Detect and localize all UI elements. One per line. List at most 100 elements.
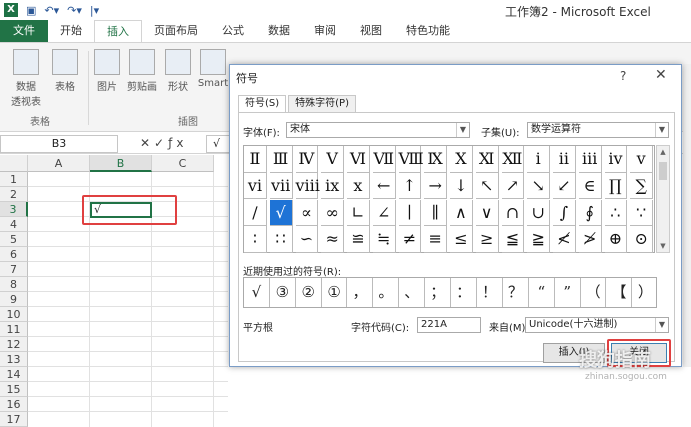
symbol-cell[interactable]: Ⅵ xyxy=(347,146,370,173)
symbol-cell[interactable]: ∞ xyxy=(321,199,345,226)
tab-symbols[interactable]: 符号(S) xyxy=(238,95,287,113)
symbol-cell[interactable]: Ⅸ xyxy=(424,146,448,173)
symbol-cell[interactable]: ∧ xyxy=(450,199,473,226)
symbol-cell[interactable]: Ⅴ xyxy=(321,146,345,173)
tab-view[interactable]: 视图 xyxy=(348,20,394,42)
symbol-cell[interactable]: ∩ xyxy=(501,199,525,226)
row-header-10[interactable]: 10 xyxy=(0,307,28,322)
tab-file[interactable]: 文件 xyxy=(0,20,48,42)
symbol-cell[interactable]: ⅵ xyxy=(244,172,267,200)
symbol-cell[interactable]: Ⅶ xyxy=(372,146,396,173)
tab-insert[interactable]: 插入 xyxy=(94,20,142,42)
symbol-cell[interactable]: ↖ xyxy=(475,172,499,200)
symbol-cell[interactable]: ≥ xyxy=(475,226,499,253)
symbol-cell[interactable]: ∝ xyxy=(295,199,319,226)
recent-symbol[interactable]: ： xyxy=(451,278,477,307)
symbol-cell[interactable]: ⅲ xyxy=(578,146,602,173)
select-all-corner[interactable] xyxy=(0,155,28,172)
symbol-cell[interactable]: Ⅹ xyxy=(450,146,473,173)
column-header-a[interactable]: A xyxy=(28,155,90,172)
symbol-cell[interactable]: ⅹ xyxy=(347,172,370,200)
shapes-button[interactable]: 形状 xyxy=(162,49,194,93)
symbol-cell[interactable]: ∽ xyxy=(295,226,319,253)
symbol-cell[interactable]: ∴ xyxy=(604,199,628,226)
recent-symbol[interactable]: 【 xyxy=(607,278,633,307)
undo-icon[interactable]: ↶▾ xyxy=(44,4,59,17)
recent-symbol[interactable]: ① xyxy=(322,278,348,307)
symbol-cell[interactable]: ∈ xyxy=(578,172,602,200)
symbol-cell-selected[interactable]: √ xyxy=(269,199,293,226)
recent-symbol[interactable]: 。 xyxy=(374,278,400,307)
symbol-cell[interactable]: ↘ xyxy=(527,172,551,200)
symbol-cell[interactable]: ∑ xyxy=(630,172,654,200)
recent-symbol[interactable]: 、 xyxy=(399,278,426,307)
scroll-thumb[interactable] xyxy=(659,162,667,180)
character-code-input[interactable]: 221A xyxy=(417,317,481,333)
symbol-cell[interactable]: ⊕ xyxy=(604,226,628,253)
symbol-scrollbar[interactable]: ▲ ▼ xyxy=(656,145,670,253)
symbol-cell[interactable]: ≈ xyxy=(321,226,345,253)
help-icon[interactable]: ? xyxy=(620,69,626,83)
recent-symbol[interactable]: ② xyxy=(296,278,322,307)
symbol-cell[interactable]: ∠ xyxy=(372,199,396,226)
row-header-12[interactable]: 12 xyxy=(0,337,28,352)
scroll-down-icon[interactable]: ▼ xyxy=(657,240,669,252)
symbol-cell[interactable]: ∥ xyxy=(424,199,448,226)
formula-bar-icons[interactable]: ✕✓ƒx xyxy=(140,136,187,150)
tab-review[interactable]: 审阅 xyxy=(302,20,348,42)
save-icon[interactable]: ▣ xyxy=(26,4,36,17)
column-header-b[interactable]: B xyxy=(90,155,152,172)
pivot-table-button[interactable]: 数据 透视表 xyxy=(6,49,46,108)
smartart-button[interactable]: Smart xyxy=(196,49,230,89)
row-header-15[interactable]: 15 xyxy=(0,382,28,397)
symbol-cell[interactable]: ⅰ xyxy=(527,146,551,173)
recent-symbol[interactable]: ③ xyxy=(270,278,296,307)
symbol-cell[interactable]: ⅶ xyxy=(269,172,293,200)
recent-symbol[interactable]: （ xyxy=(581,278,607,307)
row-header-9[interactable]: 9 xyxy=(0,292,28,307)
tab-home[interactable]: 开始 xyxy=(48,20,94,42)
recent-symbol[interactable]: ？ xyxy=(503,278,529,307)
symbol-cell[interactable]: ∮ xyxy=(578,199,602,226)
symbol-cell[interactable]: ≤ xyxy=(450,226,473,253)
close-icon[interactable]: ✕ xyxy=(655,67,667,83)
table-button[interactable]: 表格 xyxy=(48,49,82,93)
symbol-cell[interactable]: ⅷ xyxy=(295,172,320,200)
tab-formulas[interactable]: 公式 xyxy=(210,20,256,42)
row-header-14[interactable]: 14 xyxy=(0,367,28,382)
symbol-cell[interactable]: ⅳ xyxy=(604,146,628,173)
font-select[interactable]: 宋体 ▼ xyxy=(286,122,470,138)
name-box[interactable]: B3 xyxy=(0,135,118,153)
recent-symbol[interactable]: ； xyxy=(425,278,452,307)
row-header-3[interactable]: 3 xyxy=(0,202,28,217)
row-header-17[interactable]: 17 xyxy=(0,412,28,427)
symbol-cell[interactable]: ∟ xyxy=(347,199,370,226)
symbol-cell[interactable]: ∣ xyxy=(398,199,422,226)
row-header-13[interactable]: 13 xyxy=(0,352,28,367)
symbol-cell[interactable]: ∏ xyxy=(604,172,628,200)
tab-special-features[interactable]: 特色功能 xyxy=(394,20,462,42)
symbol-cell[interactable]: → xyxy=(424,172,448,200)
symbol-cell[interactable]: ≮ xyxy=(553,226,576,253)
row-header-2[interactable]: 2 xyxy=(0,187,28,202)
tab-data[interactable]: 数据 xyxy=(256,20,302,42)
symbol-cell[interactable]: ∷ xyxy=(269,226,293,253)
symbol-cell[interactable]: ∕ xyxy=(244,199,267,226)
customize-qat-icon[interactable]: |▾ xyxy=(90,4,99,17)
symbol-cell[interactable]: ⅴ xyxy=(630,146,654,173)
symbol-cell[interactable]: ⅱ xyxy=(553,146,576,173)
row-header-5[interactable]: 5 xyxy=(0,232,28,247)
row-header-7[interactable]: 7 xyxy=(0,262,28,277)
recent-symbol[interactable]: ， xyxy=(348,278,374,307)
recent-symbol[interactable]: ” xyxy=(555,278,581,307)
symbol-cell[interactable]: ≠ xyxy=(398,226,422,253)
row-header-8[interactable]: 8 xyxy=(0,277,28,292)
scroll-up-icon[interactable]: ▲ xyxy=(657,146,669,158)
tab-special-characters[interactable]: 特殊字符(P) xyxy=(288,95,356,113)
symbol-cell[interactable]: Ⅺ xyxy=(475,146,499,173)
symbol-cell[interactable]: ∪ xyxy=(527,199,551,226)
symbol-cell[interactable]: ∶ xyxy=(244,226,267,253)
symbol-cell[interactable]: Ⅱ xyxy=(244,146,267,173)
column-header-c[interactable]: C xyxy=(152,155,214,172)
recent-symbol[interactable]: “ xyxy=(529,278,555,307)
